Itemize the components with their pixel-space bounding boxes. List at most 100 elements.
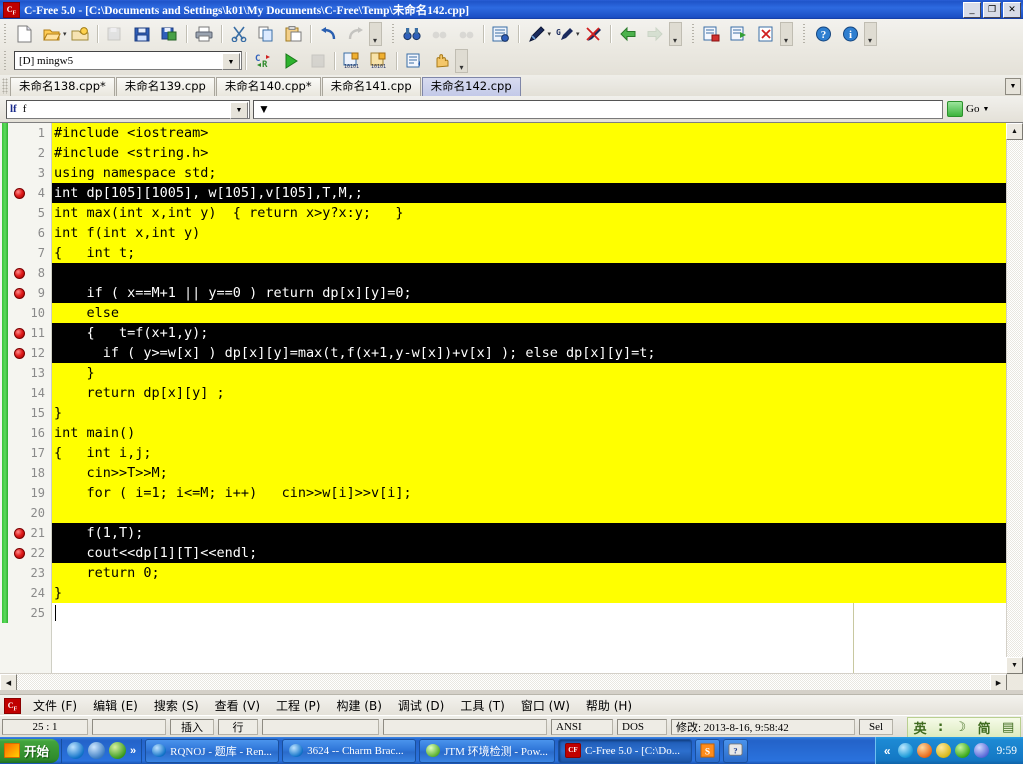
code-line[interactable] [52,503,1007,523]
stop-debug-icon[interactable] [754,22,779,46]
gutter-line[interactable]: 1 [0,123,52,143]
code-line[interactable]: cout<<dp[1][T]<<endl; [52,543,1007,563]
help-tray-slot[interactable]: ? [722,738,748,763]
code-line[interactable] [52,603,1007,623]
info-icon[interactable]: i [838,22,863,46]
redo-arrow-icon[interactable] [343,22,368,46]
code-line[interactable]: int dp[105][1005], w[105],v[105],T,M,; [52,183,1007,203]
floppy-save-icon[interactable] [130,22,155,46]
find-next-icon[interactable] [427,22,452,46]
show-desktop-icon[interactable] [88,742,106,759]
code-line[interactable]: if ( y>=w[x] ) dp[x][y]=max(t,f(x+1,y-w[… [52,343,1007,363]
toolbar-overflow-debug[interactable]: ▾ [779,21,793,46]
ime-punct[interactable]: : [938,720,943,735]
gutter-line[interactable]: 9 [0,283,52,303]
editor-vertical-scrollbar[interactable]: ▲ ▼ [1006,123,1023,674]
document-tab[interactable]: 未命名139.cpp [115,77,215,96]
search-input[interactable]: ▼ [253,99,943,119]
menu-item[interactable]: 工程 (P) [268,695,328,716]
status-line-ending[interactable]: DOS [617,719,667,735]
toolbar-grip[interactable] [800,23,808,44]
gutter-line[interactable]: 10 [0,303,52,323]
goto-bookmark-icon[interactable]: G [552,22,577,46]
taskbar-task[interactable]: JTM 环境检测 - Pow... [419,738,555,763]
chevron-down-icon[interactable]: ▼ [222,53,240,70]
quick-launch-overflow[interactable]: » [130,745,136,757]
code-line[interactable]: { int t; [52,243,1007,263]
code-line[interactable]: int f(int x,int y) [52,223,1007,243]
chevron-down-icon[interactable]: ▼ [230,101,248,119]
status-insert-mode[interactable]: 插入 [170,719,214,735]
bookmark-pen-icon[interactable] [524,22,549,46]
code-line[interactable] [52,263,1007,283]
clear-bookmark-icon[interactable] [581,22,606,46]
ime-simplified[interactable]: 简 [978,718,991,737]
step-into-icon[interactable] [727,22,752,46]
build-icon[interactable]: CR [251,49,276,73]
scroll-down-button[interactable]: ▼ [1006,657,1023,674]
code-text-area[interactable]: #include <iostream> #include <string.h> us… [52,123,1007,674]
tray-expand-chevron[interactable]: « [884,744,891,758]
ime-moon-icon[interactable]: ☽ [955,720,967,735]
close-button[interactable]: ✕ [1003,2,1021,18]
sogou-icon[interactable] [897,743,913,758]
ime-indicator[interactable]: 英 : ☽ 简 ▤ [907,717,1021,738]
open-project-icon[interactable] [68,22,93,46]
code-line[interactable]: { int i,j; [52,443,1007,463]
toolbar-overflow-help[interactable]: ▾ [863,21,877,46]
gutter-line[interactable]: 7 [0,243,52,263]
function-combo[interactable]: lf f ▼ [6,99,250,119]
go-dropdown-arrow[interactable]: ▼ [982,106,989,113]
code-line[interactable]: #include <string.h> [52,143,1007,163]
menu-item[interactable]: 窗口 (W) [513,695,578,716]
status-line-mode[interactable]: 行 [218,719,258,735]
toolbar-grip[interactable] [2,50,9,71]
gutter-line[interactable]: 14 [0,383,52,403]
editor-gutter[interactable]: 1 2 3 4 5 6 7 8 9 10 11 12 13 14 15 16 17 18 19 20 21 22 23 24 2… [0,123,52,690]
breakpoint-icon[interactable] [14,188,25,199]
tabbar-grip[interactable] [2,78,8,94]
undo-arrow-icon[interactable] [316,22,341,46]
menu-item[interactable]: 构建 (B) [328,695,389,716]
binoculars-icon[interactable] [400,22,425,46]
gutter-line[interactable]: 19 [0,483,52,503]
breakpoint-icon[interactable] [14,328,25,339]
media-player-icon[interactable] [109,742,127,759]
toolbar-grip[interactable] [689,23,697,44]
forward-arrow-icon[interactable] [643,22,668,46]
find-replace-icon[interactable] [489,22,514,46]
scissors-icon[interactable] [227,22,252,46]
code-line[interactable]: { t=f(x+1,y); [52,323,1007,343]
sogou-tray-slot[interactable]: S [694,738,720,763]
gutter-line[interactable]: 12 [0,343,52,363]
breakpoint-icon[interactable] [14,288,25,299]
toolbar-overflow-standard[interactable]: ▾ [368,21,382,46]
code-line[interactable]: #include <iostream> [52,123,1007,143]
code-line[interactable]: } [52,363,1007,383]
back-arrow-icon[interactable] [616,22,641,46]
maximize-button[interactable]: ❐ [983,2,1001,18]
taskbar-clock[interactable]: 9:59 [997,745,1017,757]
menu-item[interactable]: 帮助 (H) [578,695,640,716]
toolbar-grip[interactable] [2,23,9,44]
breakpoint-icon[interactable] [700,22,725,46]
gutter-line[interactable]: 6 [0,223,52,243]
code-line[interactable]: cin>>T>>M; [52,463,1007,483]
ime-keyboard-icon[interactable]: ▤ [1002,720,1014,735]
gutter-line[interactable]: 22 [0,543,52,563]
gutter-line[interactable]: 3 [0,163,52,183]
scroll-left-button[interactable]: ◀ [0,674,17,690]
menu-item[interactable]: 搜索 (S) [146,695,207,716]
code-line[interactable]: f(1,T); [52,523,1007,543]
code-line[interactable]: int main() [52,423,1007,443]
menu-item[interactable]: 工具 (T) [452,695,513,716]
internet-explorer-icon[interactable] [67,742,85,759]
menu-item[interactable]: 文件 (F) [25,695,85,716]
code-line[interactable]: return 0; [52,563,1007,583]
hand-pause-icon[interactable] [429,49,454,73]
breakpoint-icon[interactable] [14,528,25,539]
gutter-line[interactable]: 4 [0,183,52,203]
toolbar-grip[interactable] [389,23,397,44]
stop-square-icon[interactable] [305,49,330,73]
clipboard-paste-icon[interactable] [281,22,306,46]
